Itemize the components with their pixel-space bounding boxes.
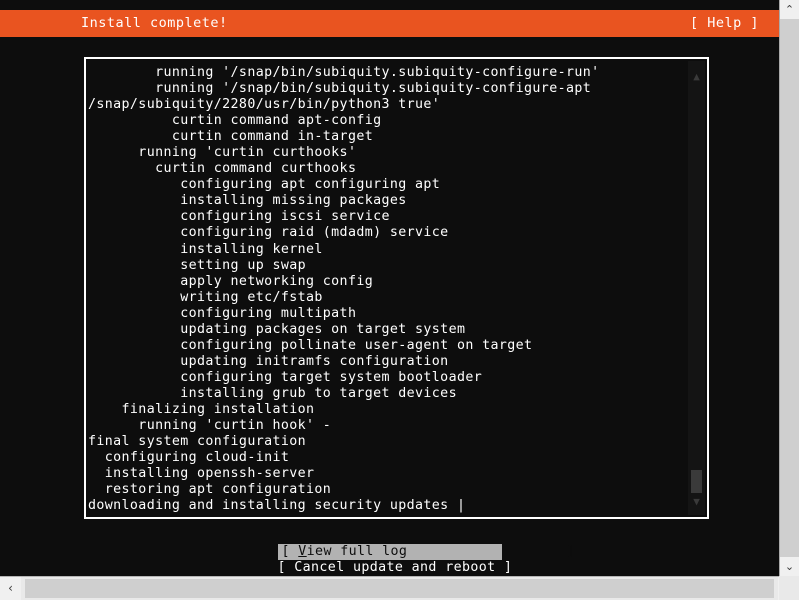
log-line: curtin command in-target [88, 129, 374, 145]
log-line: installing kernel [88, 241, 323, 257]
window-horizontal-scrollbar[interactable]: ‹ › [0, 576, 799, 600]
log-line: running '/snap/bin/subiquity.subiquity-c… [88, 65, 600, 80]
help-button[interactable]: [ Help ] [690, 15, 759, 32]
log-line: configuring pollinate user-agent on targ… [88, 337, 533, 353]
log-line: configuring apt configuring apt [88, 177, 441, 193]
button-accelerator: V [298, 544, 307, 559]
log-line: configuring raid (mdadm) service [88, 225, 449, 241]
terminal-viewport: Install complete! [ Help ] running '/sna… [0, 0, 779, 576]
log-line: running 'curtin curthooks' [88, 145, 357, 161]
log-line: configuring iscsi service [88, 209, 390, 225]
log-line: updating packages on target system [88, 321, 466, 337]
log-line: running '/snap/bin/subiquity.subiquity-c… [88, 81, 592, 97]
log-line: finalizing installation [88, 401, 315, 417]
window-vertical-scrollbar[interactable]: ⌃ ⌄ [779, 0, 799, 576]
cancel-update-and-reboot-button[interactable]: [ Cancel update and reboot ] [278, 560, 512, 576]
log-line: restoring apt configuration [88, 482, 332, 498]
log-line: running 'curtin hook' - [88, 418, 332, 434]
view-full-log-button[interactable]: [ View full log ] [277, 544, 575, 560]
log-line: configuring multipath [88, 305, 357, 321]
window-horizontal-scroll-thumb[interactable] [25, 579, 774, 598]
action-buttons: [ View full log ] [ Cancel update and re… [0, 544, 779, 576]
log-line: downloading and installing security upda… [88, 498, 466, 514]
scroll-down-chevron-icon[interactable]: ⌄ [780, 557, 799, 576]
header-bar: Install complete! [ Help ] [0, 10, 779, 37]
log-line: configuring cloud-init [88, 450, 290, 466]
log-line: configuring target system bootloader [88, 369, 483, 385]
log-line: setting up swap [88, 257, 307, 273]
log-line: writing etc/fstab [88, 289, 323, 305]
log-line: curtin command apt-config [88, 113, 382, 129]
log-line: final system configuration [88, 434, 307, 450]
install-log-content: running '/snap/bin/subiquity.subiquity-c… [86, 59, 685, 517]
scroll-left-chevron-icon[interactable]: ‹ [0, 577, 21, 600]
log-line: installing missing packages [88, 193, 407, 209]
install-log-box: running '/snap/bin/subiquity.subiquity-c… [84, 57, 709, 519]
log-line: apply networking config [88, 273, 374, 289]
log-scroll-thumb[interactable] [691, 470, 702, 493]
installer-window: Install complete! [ Help ] running '/sna… [0, 0, 799, 600]
log-scrollbar[interactable]: ▲ ▼ [688, 61, 705, 515]
log-scroll-down-arrow-icon[interactable]: ▼ [688, 495, 705, 508]
log-line: installing grub to target devices [88, 385, 457, 401]
window-vertical-scroll-track[interactable] [780, 19, 799, 557]
log-line: installing openssh-server [88, 466, 315, 482]
log-scroll-up-arrow-icon[interactable]: ▲ [688, 70, 705, 83]
log-line: /snap/subiquity/2280/usr/bin/python3 tru… [88, 97, 441, 113]
log-line: updating initramfs configuration [88, 353, 449, 369]
log-line: curtin command curthooks [88, 161, 357, 177]
scrollbar-corner [779, 576, 799, 600]
scroll-up-chevron-icon[interactable]: ⌃ [780, 0, 799, 19]
page-title: Install complete! [81, 15, 228, 31]
